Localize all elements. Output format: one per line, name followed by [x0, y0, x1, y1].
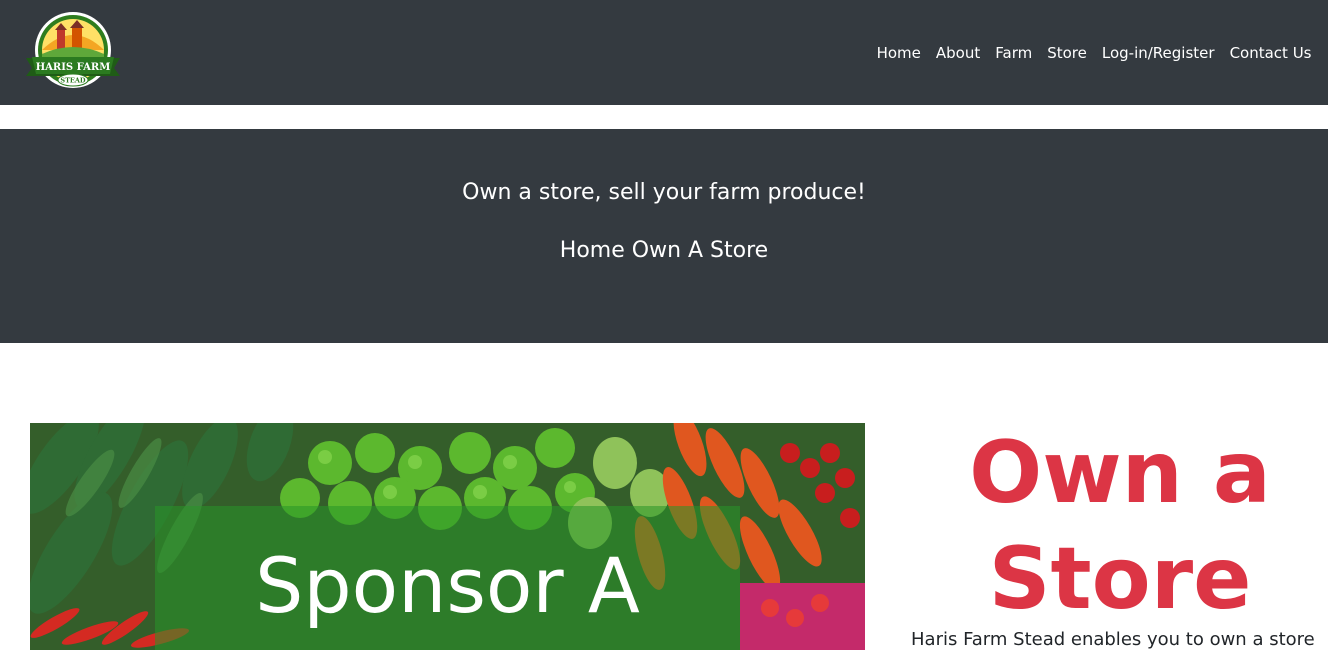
sponsor-overlay: Sponsor A [155, 506, 740, 650]
brand-logo[interactable]: HARIS FARM STEAD [24, 10, 122, 92]
breadcrumb-current: Own A Store [631, 238, 769, 263]
nav-about[interactable]: About [928, 43, 987, 63]
nav-home[interactable]: Home [869, 43, 928, 63]
breadcrumb: Home Own A Store [0, 237, 1328, 265]
logo-text-top: HARIS FARM [36, 62, 111, 73]
page-hero: Own a store, sell your farm produce! Hom… [0, 129, 1328, 343]
breadcrumb-home[interactable]: Home [560, 238, 625, 263]
main-nav: Home About Farm Store Log-in/Register Co… [869, 43, 1319, 63]
hero-tagline: Own a store, sell your farm produce! [462, 180, 866, 205]
nav-store[interactable]: Store [1040, 43, 1095, 63]
nav-login-register[interactable]: Log-in/Register [1094, 43, 1222, 63]
produce-image: Sponsor A [30, 423, 865, 650]
navbar: HARIS FARM STEAD Home About Farm Store L… [0, 0, 1328, 105]
nav-farm[interactable]: Farm [988, 43, 1040, 63]
nav-contact-us[interactable]: Contact Us [1222, 43, 1319, 63]
own-store-title-line1: Own a [969, 423, 1271, 523]
own-store-title: Own a Store [890, 420, 1328, 632]
own-store-title-line2: Store [988, 529, 1252, 629]
logo-text-bottom: STEAD [60, 77, 86, 85]
own-store-intro: Haris Farm Stead enables you to own a st… [911, 629, 1315, 650]
sponsor-caption: Sponsor A [255, 541, 640, 630]
